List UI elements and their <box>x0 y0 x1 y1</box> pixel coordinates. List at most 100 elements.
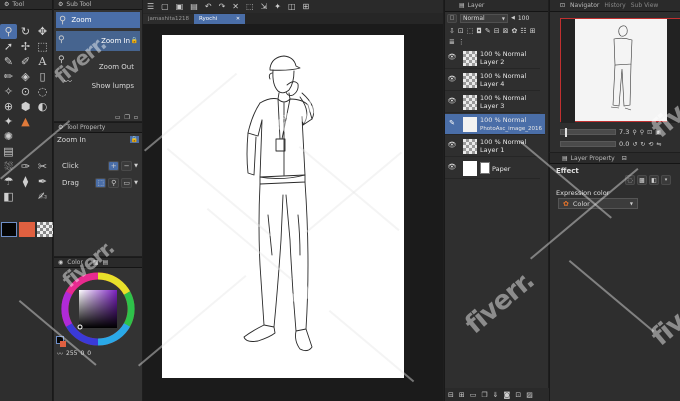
flip-icon[interactable]: ⇋ <box>656 141 661 148</box>
sub-color-swatch[interactable] <box>19 222 35 237</box>
clip-layer-icon[interactable]: ⊡ <box>515 391 521 399</box>
layer-row-paper[interactable]: 👁 Paper <box>445 158 540 179</box>
ruler-tool-icon[interactable]: ◐ <box>34 99 51 114</box>
navigator-preview[interactable] <box>560 18 680 123</box>
actual-size-icon[interactable]: ▣ <box>655 129 661 136</box>
rotate-value[interactable]: 0.0 <box>619 140 629 148</box>
move-tool-icon[interactable]: ✥ <box>34 24 51 39</box>
chevron-down-icon[interactable]: ▼ <box>134 161 138 171</box>
text-tool-icon[interactable]: A <box>34 54 51 69</box>
canvas-tab-1[interactable]: jamashita1218 <box>143 14 195 24</box>
mask-layer-icon[interactable]: ◙ <box>504 391 511 399</box>
drag-zoom-icon[interactable]: ⬚ <box>95 178 107 188</box>
layer-list-icon[interactable]: ≣ <box>449 37 455 46</box>
reset-rotate-icon[interactable]: ⟲ <box>648 141 653 148</box>
layer-color-square[interactable]: □ <box>447 13 457 23</box>
layer-row[interactable]: 👁 100 % Normal Layer 3 <box>445 92 540 113</box>
color-wheel-tab-icon[interactable]: ◉ <box>58 259 63 266</box>
layer-color-effect-icon[interactable]: ◧ <box>649 175 659 185</box>
pencil-tool-icon[interactable]: ✏ <box>0 69 17 84</box>
layer-property-icon[interactable]: ▤ <box>562 155 568 162</box>
sub-view-tab[interactable]: Sub View <box>631 2 659 9</box>
decoration-tool-icon[interactable]: ✒ <box>34 174 51 189</box>
drag-rect-icon[interactable]: ▭ <box>121 178 133 188</box>
save-icon[interactable]: ▤ <box>190 2 198 11</box>
open-file-icon[interactable]: ▣ <box>176 2 184 11</box>
delete-layer-icon[interactable]: ▨ <box>526 391 533 399</box>
opacity-slider-icon[interactable]: ◀ <box>511 15 515 21</box>
zoom-slider[interactable] <box>560 128 616 137</box>
frame-tool-icon[interactable]: ▯ <box>34 69 51 84</box>
merge-layer-icon[interactable]: ⇓ <box>493 391 499 399</box>
mini-sub-swatch[interactable] <box>60 341 66 347</box>
clip-icon[interactable]: ⇩ <box>449 26 455 35</box>
select-tool-icon[interactable]: ⬚ <box>34 39 51 54</box>
color-panel-tab[interactable]: Color <box>67 259 83 266</box>
menu-icon[interactable]: ☰ <box>147 2 154 11</box>
eyedropper-tool-icon[interactable]: ⊙ <box>17 84 34 99</box>
copy-layer-icon[interactable]: ❐ <box>481 391 487 399</box>
blend-tool-icon[interactable]: ☂ <box>0 174 17 189</box>
palette-icon[interactable]: ✿ <box>512 26 518 35</box>
sub-tool-item-zoom-out[interactable]: ⚲ Zoom Out <box>56 52 140 72</box>
sub-tool-tab[interactable]: Sub Tool <box>66 1 91 8</box>
rotate-slider[interactable] <box>560 141 616 147</box>
new-file-icon[interactable]: ▢ <box>161 2 169 11</box>
color-wheel[interactable] <box>61 272 135 346</box>
link-icon[interactable]: ☷ <box>520 26 526 35</box>
clear-icon[interactable]: ✕ <box>232 2 239 11</box>
eye-icon[interactable]: 👁 <box>445 92 459 105</box>
blend-mode-select[interactable]: Normal ▼ <box>460 13 508 23</box>
figure-tool-icon[interactable]: ⬢ <box>17 99 34 114</box>
layer-row[interactable]: 👁 100 % Normal Layer 2 <box>445 48 540 69</box>
rotate-left-icon[interactable]: ↺ <box>632 141 637 148</box>
navigator-icon[interactable]: ⊡ <box>560 2 565 9</box>
navigator-tab[interactable]: Navigator <box>570 2 599 9</box>
eye-icon[interactable]: 👁 <box>445 48 459 61</box>
new-folder-icon[interactable]: ▭ <box>470 391 477 399</box>
reference-icon[interactable]: ⊡ <box>458 26 464 35</box>
subtool-copy-icon[interactable]: ❐ <box>125 113 130 121</box>
subtool-delete-icon[interactable]: ▫ <box>134 113 138 121</box>
lock-transparent-icon[interactable]: ⬚ <box>467 26 474 35</box>
chevron-down-icon[interactable]: ▼ <box>134 178 138 188</box>
auto-select-tool-icon[interactable]: ✧ <box>0 84 17 99</box>
zoom-in-icon[interactable]: ⚲ <box>640 129 644 136</box>
wrench-icon[interactable]: ⚙ <box>58 124 63 131</box>
operation-tool-icon[interactable]: ➚ <box>0 39 17 54</box>
layer-stack-icon[interactable]: ▤ <box>459 2 465 9</box>
canvas-paper[interactable] <box>162 35 404 378</box>
panel-extra-icon[interactable]: ⊟ <box>622 155 627 162</box>
layer-menu-icon[interactable]: ⋮ <box>458 37 465 46</box>
sub-tool-group-row[interactable]: ⚲ Zoom <box>56 12 140 28</box>
zoom-value[interactable]: 7.3 <box>619 128 629 136</box>
bucket-tool-icon[interactable]: ⛆ <box>0 159 17 174</box>
redo-icon[interactable]: ↷ <box>219 2 226 11</box>
color-set-tab-icon[interactable]: ▦ <box>93 259 99 266</box>
gradient-tool-icon[interactable]: ⧫ <box>17 174 34 189</box>
correct-line-tool-icon[interactable]: ◧ <box>0 189 17 204</box>
close-tab-icon[interactable]: ✕ <box>236 16 240 22</box>
tool-panel-tab[interactable]: Tool <box>12 1 24 8</box>
wand-icon[interactable]: ✦ <box>274 2 281 11</box>
zoom-out-icon[interactable]: ⚲ <box>632 129 636 136</box>
canvas-tab-2[interactable]: Ryochi ✕ <box>194 14 246 24</box>
airbrush-tool-icon[interactable]: ✺ <box>0 129 17 144</box>
layer-row[interactable]: 👁 100 % Normal Layer 4 <box>445 70 540 91</box>
balloon-tool-icon[interactable]: ◌ <box>34 84 51 99</box>
new-raster-layer-icon[interactable]: ⊟ <box>448 391 454 399</box>
transparent-swatch[interactable] <box>37 222 53 237</box>
rotate-right-icon[interactable]: ↻ <box>640 141 645 148</box>
eye-icon[interactable]: 👁 <box>445 70 459 83</box>
main-color-swatch[interactable] <box>1 222 17 237</box>
crop-icon[interactable]: ◫ <box>288 2 296 11</box>
rotate-tool-icon[interactable]: ↻ <box>17 24 34 39</box>
eye-icon[interactable]: 👁 <box>445 158 459 171</box>
layer-panel-tab[interactable]: Layer <box>468 2 485 9</box>
color-history-tab-icon[interactable]: ▤ <box>103 259 109 266</box>
undo-icon[interactable]: ↶ <box>205 2 212 11</box>
lock-icon[interactable]: ⊠ <box>503 26 509 35</box>
eye-icon[interactable]: 👁 <box>445 136 459 149</box>
expression-color-select[interactable]: ✿ Color ▼ <box>558 198 638 209</box>
layer-row-selected[interactable]: ✎ 100 % Normal PhotoAsc_image_2016 <box>445 114 545 135</box>
